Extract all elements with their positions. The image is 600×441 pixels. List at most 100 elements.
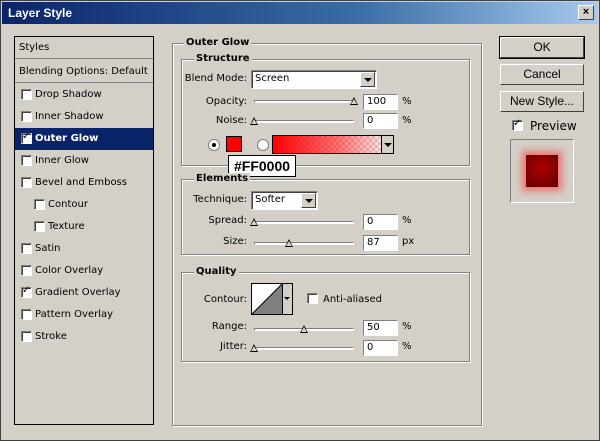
chevron-down-icon (284, 297, 290, 300)
spread-slider-thumb[interactable] (250, 218, 258, 226)
size-input[interactable]: 87 (363, 235, 398, 251)
chevron-down-icon (384, 143, 392, 147)
chevron-down-icon[interactable] (301, 193, 316, 208)
style-checkbox[interactable] (21, 89, 32, 100)
opacity-slider[interactable] (254, 100, 354, 103)
style-item-color-overlay[interactable]: Color Overlay (15, 260, 153, 282)
spread-unit: % (402, 215, 412, 226)
anti-aliased-label: Anti-aliased (323, 294, 383, 305)
blend-mode-select[interactable]: Screen (251, 70, 377, 89)
ok-button[interactable]: OK (499, 36, 585, 59)
range-input[interactable]: 50 (363, 320, 398, 336)
style-item-label: Gradient Overlay (35, 287, 121, 298)
style-checkbox[interactable]: ✓ (21, 285, 32, 298)
solid-color-radio[interactable] (208, 139, 220, 151)
style-checkbox[interactable] (21, 155, 32, 166)
jitter-input[interactable]: 0 (363, 340, 398, 356)
contour-picker[interactable] (251, 283, 283, 315)
gradient-radio[interactable] (257, 139, 269, 151)
style-item-drop-shadow[interactable]: Drop Shadow (15, 84, 153, 106)
style-item-label: Inner Shadow (35, 111, 104, 122)
checkmark-icon: ✓ (22, 285, 31, 296)
styles-list: Styles Blending Options: Default Drop Sh… (14, 36, 154, 425)
noise-slider[interactable] (254, 120, 354, 123)
title-bar: Layer Style × (2, 2, 598, 24)
noise-slider-thumb[interactable] (250, 117, 258, 125)
style-item-label: Stroke (35, 331, 67, 342)
preview-checkbox[interactable]: ✓ (512, 118, 523, 131)
style-item-label: Drop Shadow (35, 89, 102, 100)
style-item-satin[interactable]: Satin (15, 238, 153, 260)
chevron-down-icon[interactable] (360, 72, 375, 87)
new-style-button[interactable]: New Style... (500, 91, 584, 112)
range-label: Range: (211, 321, 247, 332)
style-item-label: Satin (35, 243, 61, 254)
style-checkbox[interactable] (34, 199, 45, 210)
blending-options-item[interactable]: Blending Options: Default (15, 61, 153, 83)
window-title: Layer Style (8, 6, 73, 20)
close-icon: × (582, 6, 590, 18)
style-item-outer-glow[interactable]: ✓ Outer Glow (15, 128, 153, 150)
style-item-label: Color Overlay (35, 265, 104, 276)
glow-color-swatch[interactable] (226, 136, 242, 152)
style-checkbox[interactable] (21, 309, 32, 320)
opacity-slider-thumb[interactable] (350, 97, 358, 105)
style-item-label: Pattern Overlay (35, 309, 114, 320)
style-checkbox[interactable] (21, 177, 32, 188)
elements-title: Elements (194, 173, 251, 185)
close-button[interactable]: × (578, 5, 594, 20)
style-item-pattern-overlay[interactable]: Pattern Overlay (15, 304, 153, 326)
spread-label: Spread: (208, 215, 247, 226)
opacity-label: Opacity: (205, 96, 247, 107)
spread-input[interactable]: 0 (363, 214, 398, 230)
opacity-unit: % (402, 96, 412, 107)
range-unit: % (402, 321, 412, 332)
style-item-inner-glow[interactable]: Inner Glow (15, 150, 153, 172)
jitter-unit: % (402, 341, 412, 352)
style-item-gradient-overlay[interactable]: ✓ Gradient Overlay (15, 282, 153, 304)
jitter-slider-thumb[interactable] (250, 344, 258, 352)
preview-label: Preview (530, 119, 577, 133)
style-item-texture[interactable]: Texture (15, 216, 153, 238)
style-item-label: Texture (48, 221, 85, 232)
noise-label: Noise: (215, 115, 247, 126)
style-item-bevel-and-emboss[interactable]: Bevel and Emboss (15, 172, 153, 194)
style-checkbox[interactable] (21, 265, 32, 276)
style-item-label: Outer Glow (35, 133, 99, 144)
gradient-picker[interactable] (272, 135, 394, 154)
layer-style-dialog: Layer Style × Styles Blending Options: D… (0, 0, 600, 441)
style-item-contour[interactable]: Contour (15, 194, 153, 216)
size-slider-thumb[interactable] (285, 239, 293, 247)
structure-title: Structure (194, 53, 252, 65)
noise-input[interactable]: 0 (363, 113, 398, 129)
size-unit: px (402, 236, 415, 247)
jitter-label: Jitter: (219, 341, 247, 352)
styles-header[interactable]: Styles (15, 37, 153, 59)
style-checkbox[interactable]: ✓ (21, 131, 32, 144)
anti-aliased-checkbox[interactable] (307, 293, 318, 304)
contour-curve-icon (252, 284, 282, 314)
style-checkbox[interactable] (21, 331, 32, 342)
technique-select[interactable]: Softer (251, 191, 318, 210)
outer-glow-title: Outer Glow (184, 37, 252, 49)
checkmark-icon: ✓ (22, 131, 31, 142)
gradient-dropdown-button[interactable] (381, 136, 393, 153)
contour-label: Contour: (203, 294, 247, 305)
range-slider-thumb[interactable] (300, 325, 308, 333)
cancel-button[interactable]: Cancel (500, 64, 584, 85)
style-checkbox[interactable] (34, 221, 45, 232)
size-slider[interactable] (254, 242, 354, 245)
style-item-stroke[interactable]: Stroke (15, 326, 153, 348)
style-checkbox[interactable] (21, 111, 32, 122)
style-item-label: Inner Glow (35, 155, 89, 166)
spread-slider[interactable] (254, 221, 354, 224)
size-label: Size: (223, 236, 247, 247)
style-item-inner-shadow[interactable]: Inner Shadow (15, 106, 153, 128)
technique-value: Softer (255, 194, 285, 205)
noise-unit: % (402, 115, 412, 126)
opacity-input[interactable]: 100 (363, 94, 398, 110)
style-checkbox[interactable] (21, 243, 32, 254)
style-item-label: Contour (48, 199, 88, 210)
contour-dropdown-button[interactable] (283, 283, 293, 315)
jitter-slider[interactable] (254, 347, 354, 350)
